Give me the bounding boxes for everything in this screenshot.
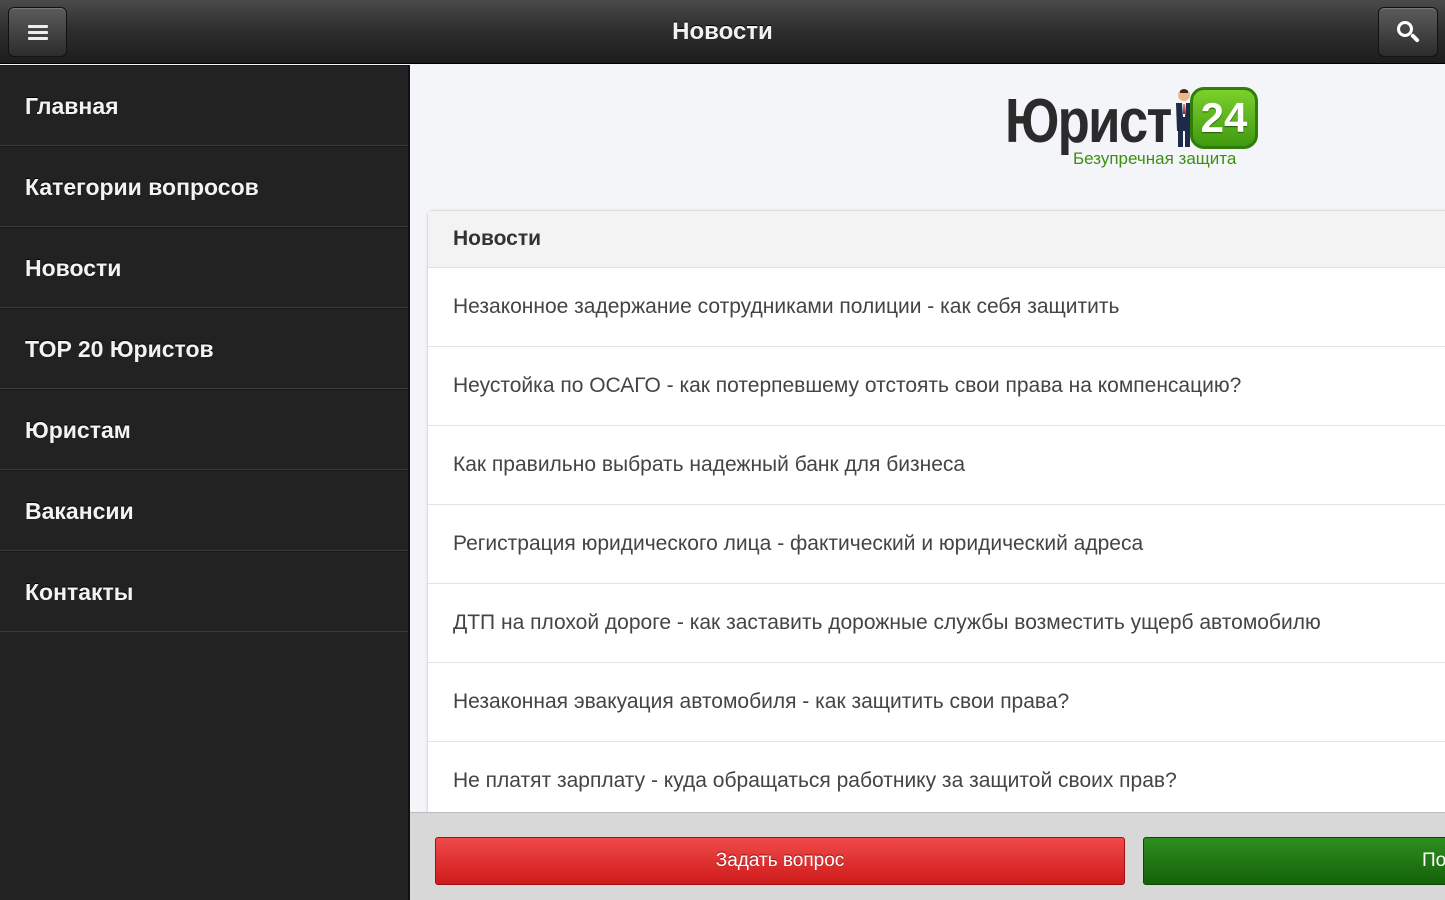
- logo-word: Юрист: [1005, 87, 1172, 156]
- sidebar-item-news[interactable]: Новости: [0, 227, 408, 308]
- search-button[interactable]: [1378, 7, 1438, 57]
- ask-question-button[interactable]: Задать вопрос: [435, 837, 1125, 885]
- logo-badge: 24: [1190, 87, 1258, 149]
- sidebar-item-top-lawyers[interactable]: TOP 20 Юристов: [0, 308, 408, 389]
- logo-tagline: Безупречная защита: [1073, 149, 1237, 168]
- sidebar-item-contacts[interactable]: Контакты: [0, 551, 408, 632]
- main-content: Юрист 24 Безупречная защита Новости Неза…: [410, 65, 1445, 900]
- news-item[interactable]: Незаконная эвакуация автомобиля - как за…: [428, 663, 1445, 742]
- news-item[interactable]: ДТП на плохой дороге - как заставить дор…: [428, 584, 1445, 663]
- news-item[interactable]: Как правильно выбрать надежный банк для …: [428, 426, 1445, 505]
- top-toolbar: Новости: [0, 0, 1445, 64]
- sidebar-item-question-categories[interactable]: Категории вопросов: [0, 146, 408, 227]
- sidebar-item-home[interactable]: Главная: [0, 65, 408, 146]
- news-panel: Новости Незаконное задержание сотрудника…: [427, 210, 1445, 822]
- sidebar-menu: Главная Категории вопросов Новости TOP 2…: [0, 65, 410, 900]
- news-item[interactable]: Незаконное задержание сотрудниками полиц…: [428, 268, 1445, 347]
- sidebar-item-vacancies[interactable]: Вакансии: [0, 470, 408, 551]
- page-title: Новости: [672, 18, 773, 45]
- secondary-action-button[interactable]: По: [1143, 837, 1445, 885]
- sidebar-item-for-lawyers[interactable]: Юристам: [0, 389, 408, 470]
- bottom-action-bar: Задать вопрос По: [410, 812, 1445, 900]
- news-panel-heading: Новости: [428, 211, 1445, 268]
- search-icon: [1395, 19, 1421, 45]
- site-logo: Юрист 24 Безупречная защита: [1005, 85, 1275, 175]
- news-item[interactable]: Регистрация юридического лица - фактичес…: [428, 505, 1445, 584]
- news-item[interactable]: Неустойка по ОСАГО - как потерпевшему от…: [428, 347, 1445, 426]
- news-item[interactable]: Не платят зарплату - куда обращаться раб…: [428, 742, 1445, 821]
